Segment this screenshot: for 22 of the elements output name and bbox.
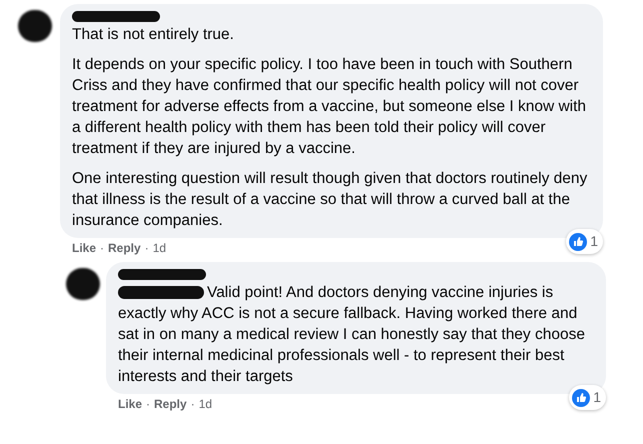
thumbs-up-icon bbox=[572, 388, 590, 406]
comment-action-link[interactable]: Like bbox=[72, 240, 96, 256]
comment-text: It depends on your specific policy. I too have been in touch with Southern Criss and they have confirmed that our specific health policy will not cover treatment for adverse effects from a vaccine, but someone else I know with a different health policy with them has been told their policy will cover treatment if they are injured by a vaccine. bbox=[72, 55, 588, 159]
thumbs-up-icon bbox=[569, 232, 588, 250]
reaction-badge[interactable]: 1 bbox=[566, 229, 603, 254]
comment-text: That is not entirely true. bbox=[72, 25, 235, 45]
separator-dot: · bbox=[144, 240, 149, 256]
avatar-redaction bbox=[66, 268, 100, 300]
comment-text: Valid point! And doctors denying vaccine injuries is exactly why ACC is not a secure fallback. Having worked there and sat in on many a medical review I can honestly say that they choose their internal medicinal professionals well - to represent their best interests and their targets bbox=[118, 283, 586, 387]
comment-time: 1d bbox=[198, 396, 212, 412]
separator-dot: · bbox=[100, 240, 104, 256]
separator-dot: · bbox=[190, 396, 195, 412]
comment-action-link[interactable]: Like bbox=[118, 396, 142, 412]
separator-dot: · bbox=[146, 396, 150, 412]
reaction-count: 1 bbox=[590, 232, 599, 251]
comment-action-link[interactable]: Reply bbox=[154, 396, 187, 412]
comment-time: 1d bbox=[152, 240, 166, 256]
reaction-badge[interactable]: 1 bbox=[569, 385, 606, 410]
avatar-redaction bbox=[18, 10, 52, 42]
comment-action-link[interactable]: Reply bbox=[108, 240, 141, 256]
comment-text: One interesting question will result though given that doctors routinely deny that illness is the result of a vaccine so that will throw a curved ball at the insurance companies. bbox=[72, 169, 588, 231]
reaction-count: 1 bbox=[593, 388, 602, 407]
